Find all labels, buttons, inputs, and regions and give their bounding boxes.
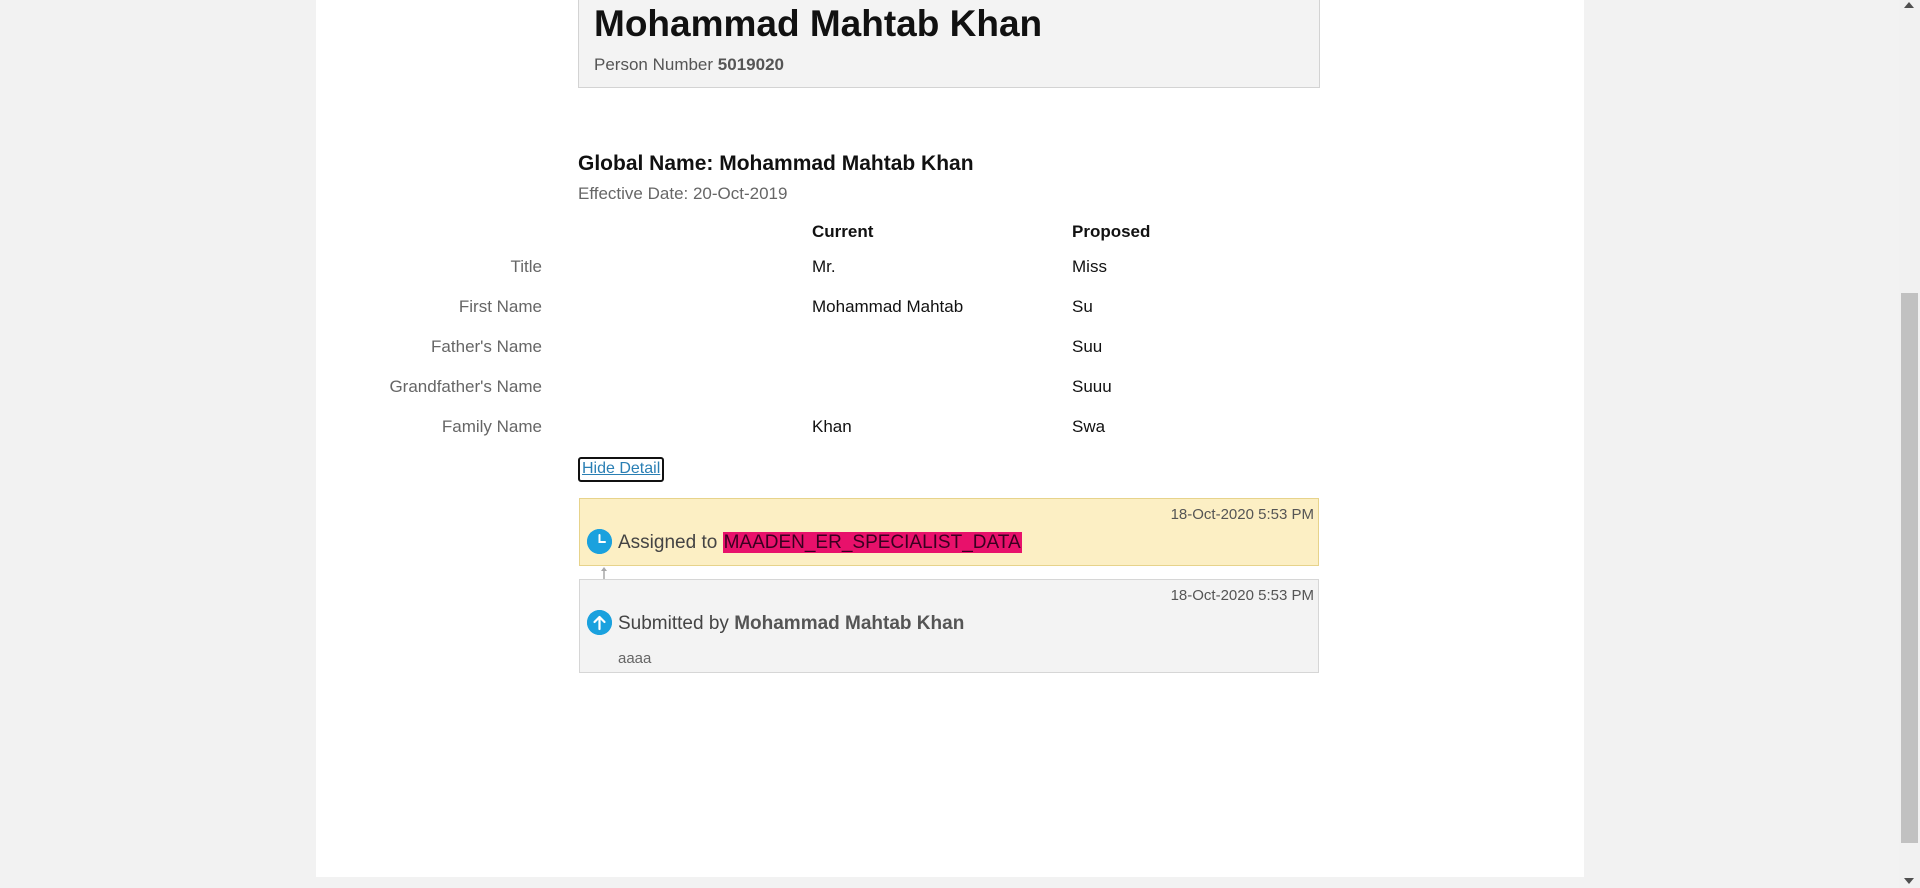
proposed-value: Swa [1072,417,1106,436]
arrow-up-connector-icon [598,566,610,579]
current-column-header: Current [812,222,874,241]
current-value: Khan [812,417,852,436]
person-number-label: Person Number [594,55,714,74]
proposed-value: Miss [1072,257,1107,276]
page-content: Mohammad Mahtab Khan Person Number 50190… [316,0,1584,877]
person-header: Mohammad Mahtab Khan Person Number 50190… [578,0,1320,88]
section-title: Global Name: Mohammad Mahtab Khan [578,152,974,175]
scroll-up-icon[interactable] [1904,2,1914,8]
person-number-value: 5019020 [717,55,784,74]
row-label: Title [510,257,543,276]
submitted-prefix: Submitted by [618,613,729,634]
assigned-prefix: Assigned to [618,532,718,553]
assigned-text: Assigned to MAADEN_ER_SPECIALIST_DATA [618,532,1022,554]
row-label: Father's Name [431,337,542,356]
history-event-assigned: 18-Oct-2020 5:53 PM Assigned to MAADEN_E… [579,498,1319,566]
submission-comment: aaaa [618,650,652,667]
person-name: Mohammad Mahtab Khan [594,3,1043,44]
assignee-name: MAADEN_ER_SPECIALIST_DATA [722,532,1022,553]
event-timestamp: 18-Oct-2020 5:53 PM [1170,587,1314,604]
proposed-value: Suuu [1072,377,1112,396]
current-value: Mohammad Mahtab [812,297,964,316]
clock-icon [587,529,612,554]
submitter-name: Mohammad Mahtab Khan [734,613,965,634]
scrollbar-thumb[interactable] [1901,293,1918,843]
proposed-value: Suu [1072,337,1103,356]
proposed-value: Su [1072,297,1093,316]
history-event-submitted: 18-Oct-2020 5:53 PM Submitted by Mohamma… [579,579,1319,673]
row-label: Grandfather's Name [389,377,542,396]
current-value: Mr. [812,257,836,276]
hide-detail-link[interactable]: Hide Detail [578,457,665,482]
proposed-column-header: Proposed [1072,222,1151,241]
row-label: Family Name [441,417,542,436]
submitted-text: Submitted by Mohammad Mahtab Khan [618,613,964,635]
scroll-down-icon[interactable] [1904,878,1914,884]
arrow-up-icon [587,610,612,635]
row-label: First Name [458,297,542,316]
effective-date: Effective Date: 20-Oct-2019 [578,184,788,203]
event-timestamp: 18-Oct-2020 5:53 PM [1170,506,1314,523]
vertical-scrollbar[interactable] [1899,0,1920,888]
person-number: Person Number 5019020 [594,55,784,75]
